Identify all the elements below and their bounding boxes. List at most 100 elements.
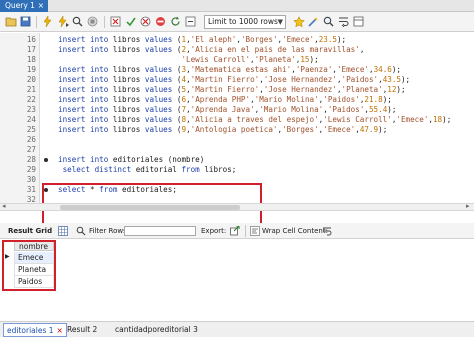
- tab-editoriales-1[interactable]: editoriales 1 ×: [3, 323, 67, 337]
- table-row[interactable]: Paidos: [14, 276, 54, 288]
- editor-horizontal-scrollbar[interactable]: ◂ ▸: [0, 202, 474, 211]
- line-number: 24: [26, 115, 36, 124]
- limit-rows-select[interactable]: Limit to 1000 rows ▼: [204, 15, 286, 29]
- code-line[interactable]: 21 insert into libros values (5,'Martin F…: [0, 85, 474, 95]
- explain-icon[interactable]: [71, 15, 84, 28]
- code-text: select distinct editorial from libros;: [58, 165, 237, 175]
- line-number: 19: [26, 65, 36, 74]
- code-line[interactable]: 19 insert into libros values (3,'Matemati…: [0, 65, 474, 75]
- code-token: );: [382, 95, 392, 104]
- line-number: 20: [26, 75, 36, 84]
- commit-toggle-icon[interactable]: [109, 15, 122, 28]
- open-file-icon[interactable]: [4, 15, 17, 28]
- code-token: 'Mario Molina': [259, 105, 324, 114]
- toggle-panel-icon[interactable]: [352, 15, 365, 28]
- commit-icon[interactable]: [124, 15, 137, 28]
- code-token: 'Lewis Carroll': [181, 55, 251, 64]
- code-line[interactable]: 23 insert into libros values (7,'Aprenda …: [0, 105, 474, 115]
- result-toolbar: Result Grid Filter Rows: Export: Wrap Ce…: [0, 223, 474, 239]
- wrap-cell-label: Wrap Cell Content:: [262, 227, 328, 235]
- code-token: 'Paidos': [327, 105, 365, 114]
- statement-marker-icon: [44, 158, 48, 162]
- code-token: 'Emece': [323, 125, 356, 134]
- code-text: select * from editoriales;: [58, 185, 177, 195]
- beautify-icon[interactable]: [307, 15, 320, 28]
- code-line[interactable]: 31 select * from editoriales;: [0, 185, 474, 195]
- rollback-icon[interactable]: [139, 15, 152, 28]
- export-icon[interactable]: [230, 225, 240, 236]
- grid-icon[interactable]: [58, 226, 68, 236]
- invisible-chars-icon[interactable]: [184, 15, 197, 28]
- find-icon[interactable]: [322, 15, 335, 28]
- code-token: editoriales (nombre): [112, 155, 205, 164]
- code-line[interactable]: 26: [0, 135, 474, 145]
- code-token: select distinct: [58, 165, 136, 174]
- code-token: values: [144, 105, 177, 114]
- code-line[interactable]: 29 select distinct editorial from libros…: [0, 165, 474, 175]
- code-token: 'Planeta': [254, 55, 296, 64]
- toolbar-separator: [245, 225, 246, 237]
- code-token: from: [181, 165, 205, 174]
- code-line[interactable]: 27: [0, 145, 474, 155]
- code-line[interactable]: 24 insert into libros values (8,'Alicia a…: [0, 115, 474, 125]
- execute-icon[interactable]: [41, 15, 54, 28]
- scroll-right-icon[interactable]: ▸: [466, 202, 470, 210]
- code-line[interactable]: 18 'Lewis Carroll','Planeta',15);: [0, 55, 474, 65]
- scrollbar-thumb[interactable]: [60, 205, 240, 210]
- code-token: );: [391, 65, 402, 74]
- code-token: 'Antologia poetica': [190, 125, 278, 134]
- code-token: insert into: [58, 85, 113, 94]
- bookmark-star-icon[interactable]: [292, 15, 305, 28]
- query-tab[interactable]: Query 1 ×: [0, 0, 48, 12]
- code-line[interactable]: 17 insert into libros values (2,'Alicia e…: [0, 45, 474, 55]
- scroll-left-icon[interactable]: ◂: [2, 202, 6, 210]
- sql-editor[interactable]: 16 insert into libros values (1,'El aleph…: [0, 33, 474, 235]
- tab-result-2[interactable]: Result 2: [64, 323, 100, 337]
- table-row[interactable]: Planeta: [14, 264, 54, 276]
- code-line[interactable]: 28 insert into editoriales (nombre): [0, 155, 474, 165]
- line-number: 16: [26, 35, 36, 44]
- code-text: 'Lewis Carroll','Planeta',15);: [58, 55, 318, 65]
- code-token: 'Planeta': [341, 85, 383, 94]
- code-token: values: [144, 85, 177, 94]
- stop-on-error-icon[interactable]: [154, 15, 167, 28]
- code-token: values: [144, 35, 177, 44]
- code-token: 18: [432, 115, 443, 124]
- code-token: 'Lewis Carroll': [323, 115, 392, 124]
- code-line[interactable]: 30: [0, 175, 474, 185]
- execute-current-icon[interactable]: [56, 15, 69, 28]
- current-row-arrow-icon: ▶: [5, 253, 10, 260]
- stop-icon[interactable]: [86, 15, 99, 28]
- result-grid[interactable]: nombre ▶ Emece Planeta Paidos: [0, 240, 474, 320]
- code-token: 21.8: [364, 95, 383, 104]
- code-token: 'El aleph': [190, 35, 237, 44]
- word-wrap-icon[interactable]: [337, 15, 350, 28]
- code-line[interactable]: 25 insert into libros values (9,'Antologi…: [0, 125, 474, 135]
- export-label: Export:: [201, 227, 227, 235]
- tab-cantidadporeditorial-3[interactable]: cantidadporeditorial 3: [112, 323, 201, 337]
- filter-rows-input[interactable]: [124, 226, 196, 236]
- query-tab-label: Query 1: [5, 1, 35, 10]
- code-token: 'Paidos': [323, 95, 360, 104]
- table-row[interactable]: Emece: [14, 252, 54, 264]
- code-line[interactable]: 20 insert into libros values (4,'Martin F…: [0, 75, 474, 85]
- code-line[interactable]: 22 insert into libros values (6,'Aprenda …: [0, 95, 474, 105]
- code-token: 'Emece': [282, 35, 315, 44]
- code-token: libros: [112, 115, 145, 124]
- save-icon[interactable]: [19, 15, 32, 28]
- code-token: values: [144, 75, 177, 84]
- column-header-nombre[interactable]: nombre: [14, 241, 54, 251]
- code-token: 'Emece': [396, 115, 429, 124]
- code-token: values: [144, 45, 177, 54]
- code-token: 'Alicia en el pais de las maravillas': [190, 45, 360, 54]
- result-grid-tab[interactable]: Result Grid: [8, 223, 52, 239]
- filter-icon: [76, 226, 86, 236]
- refresh-icon[interactable]: [169, 15, 182, 28]
- code-line[interactable]: 16 insert into libros values (1,'El aleph…: [0, 35, 474, 45]
- close-icon[interactable]: ×: [38, 0, 44, 12]
- close-icon[interactable]: ×: [57, 326, 63, 335]
- line-number: 28: [26, 155, 36, 164]
- toolbar-separator: [36, 16, 37, 28]
- code-token: 15: [300, 55, 310, 64]
- wrap-toggle-icon[interactable]: [322, 226, 332, 236]
